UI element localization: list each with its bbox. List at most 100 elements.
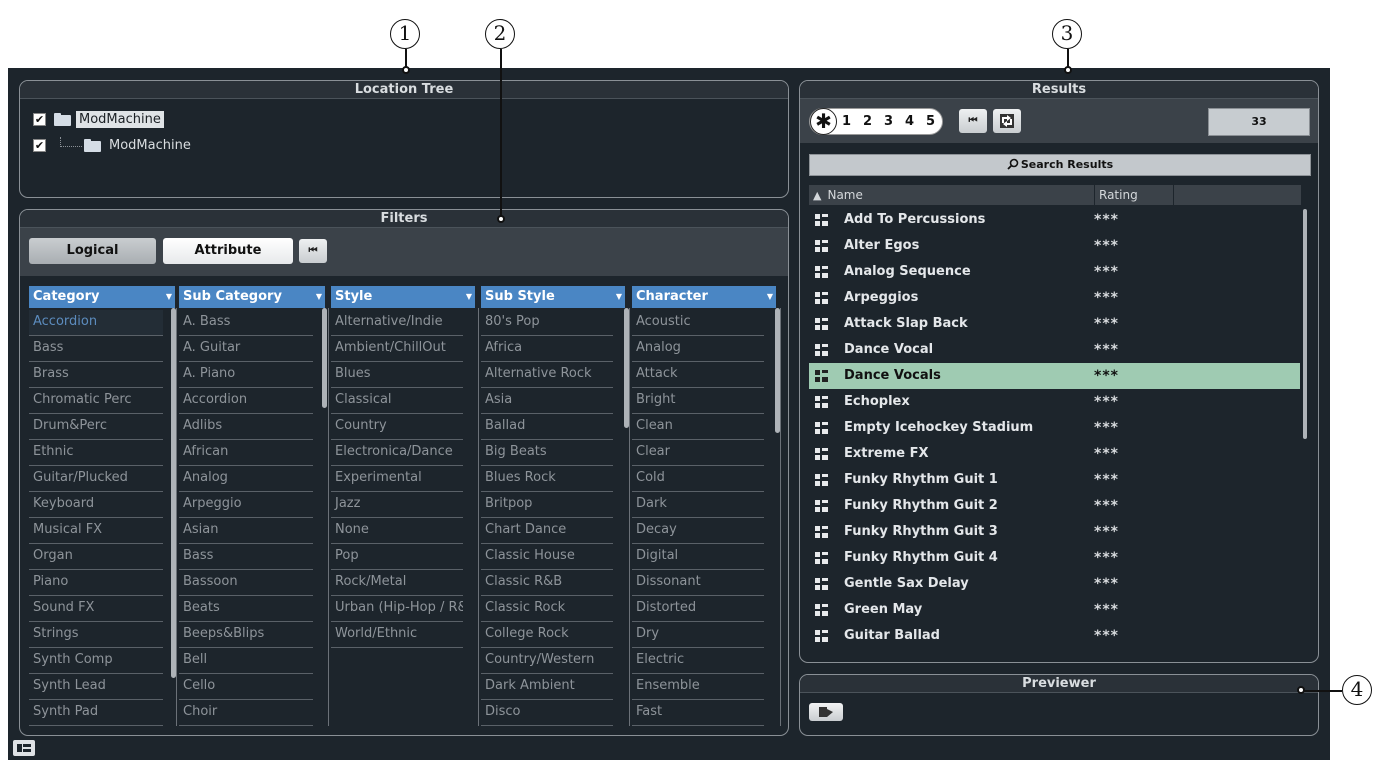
tree-item-root[interactable]: ✔ ModMachine <box>33 109 164 129</box>
filter-item[interactable]: Electric <box>632 648 764 674</box>
filter-item[interactable]: Chromatic Perc <box>29 388 163 414</box>
filter-item[interactable]: Classic R&B <box>481 570 613 596</box>
result-row[interactable]: Funky Rhythm Guit 1 *** <box>809 467 1300 493</box>
filter-item[interactable]: Synth Lead <box>29 674 163 700</box>
result-rating[interactable]: *** <box>1094 259 1119 285</box>
filter-item[interactable]: Clear <box>632 440 764 466</box>
filter-item[interactable]: Dissonant <box>632 570 764 596</box>
filter-item[interactable]: Dark <box>632 492 764 518</box>
result-row[interactable]: Arpeggios *** <box>809 285 1300 311</box>
filter-item[interactable]: Africa <box>481 336 613 362</box>
filter-item[interactable]: Bright <box>632 388 764 414</box>
result-row[interactable]: Extreme FX *** <box>809 441 1300 467</box>
filter-item[interactable]: 80's Pop <box>481 310 613 336</box>
filter-item[interactable]: Accordion <box>179 388 313 414</box>
filter-item[interactable]: Experimental <box>331 466 463 492</box>
filter-item[interactable]: College Rock <box>481 622 613 648</box>
filter-item[interactable]: Analog <box>632 336 764 362</box>
rating-4[interactable]: 4 <box>905 109 914 135</box>
filter-item[interactable]: Britpop <box>481 492 613 518</box>
filter-item[interactable]: Acoustic <box>632 310 764 336</box>
result-rating[interactable]: *** <box>1094 389 1119 415</box>
filter-item[interactable]: None <box>331 518 463 544</box>
filter-item[interactable]: Fast <box>632 700 764 726</box>
filter-item[interactable]: Arpeggio <box>179 492 313 518</box>
shuffle-results-button[interactable] <box>993 109 1021 133</box>
result-rating[interactable]: *** <box>1094 597 1119 623</box>
filter-item[interactable]: Dry <box>632 622 764 648</box>
filter-item[interactable]: Dark Ambient <box>481 674 613 700</box>
layout-toggle-button[interactable] <box>13 740 35 756</box>
filter-item[interactable]: Beats <box>179 596 313 622</box>
filter-column-header[interactable]: Sub Category ▼ <box>179 286 325 308</box>
filter-scrollbar[interactable] <box>171 308 176 678</box>
filter-column-header[interactable]: Sub Style ▼ <box>481 286 625 308</box>
rating-2[interactable]: 2 <box>863 109 872 135</box>
result-row[interactable]: Add To Percussions *** <box>809 207 1300 233</box>
filter-item[interactable]: Blues Rock <box>481 466 613 492</box>
filter-item[interactable]: Classic House <box>481 544 613 570</box>
result-rating[interactable]: *** <box>1094 311 1119 337</box>
filter-item[interactable]: Synth Comp <box>29 648 163 674</box>
filter-item[interactable]: Organ <box>29 544 163 570</box>
filter-item[interactable]: Cold <box>632 466 764 492</box>
filter-scrollbar[interactable] <box>775 308 780 433</box>
filter-item[interactable]: Ballad <box>481 414 613 440</box>
filter-item[interactable]: Piano <box>29 570 163 596</box>
filter-item[interactable]: Chart Dance <box>481 518 613 544</box>
filter-item[interactable]: Pop <box>331 544 463 570</box>
result-rating[interactable]: *** <box>1094 571 1119 597</box>
dropdown-arrow-icon[interactable]: ▼ <box>616 286 622 308</box>
filter-item[interactable]: Big Beats <box>481 440 613 466</box>
filter-item[interactable]: Brass <box>29 362 163 388</box>
result-rating[interactable]: *** <box>1094 441 1119 467</box>
results-scrollbar[interactable] <box>1303 209 1307 439</box>
filter-item[interactable]: Jazz <box>331 492 463 518</box>
filter-item[interactable]: Bassoon <box>179 570 313 596</box>
filter-item[interactable]: Classic Rock <box>481 596 613 622</box>
filter-item[interactable]: Urban (Hip-Hop / R&B) <box>331 596 463 622</box>
filter-item[interactable]: Bell <box>179 648 313 674</box>
result-row[interactable]: Analog Sequence *** <box>809 259 1300 285</box>
filter-item[interactable]: Drum&Perc <box>29 414 163 440</box>
filter-item[interactable]: A. Guitar <box>179 336 313 362</box>
result-row[interactable]: Funky Rhythm Guit 2 *** <box>809 493 1300 519</box>
dropdown-arrow-icon[interactable]: ▼ <box>767 286 773 308</box>
filter-item[interactable]: Clean <box>632 414 764 440</box>
filter-item[interactable]: Adlibs <box>179 414 313 440</box>
result-rating[interactable]: *** <box>1094 285 1119 311</box>
filter-item[interactable]: Musical FX <box>29 518 163 544</box>
filter-column-header[interactable]: Style ▼ <box>331 286 475 308</box>
filter-item[interactable]: Beeps&Blips <box>179 622 313 648</box>
result-row[interactable]: Guitar Ballad *** <box>809 623 1300 649</box>
filter-scrollbar[interactable] <box>624 308 629 428</box>
filter-item[interactable]: Distorted <box>632 596 764 622</box>
filter-item[interactable]: Analog <box>179 466 313 492</box>
filter-scrollbar[interactable] <box>322 308 327 408</box>
result-row[interactable]: Gentle Sax Delay *** <box>809 571 1300 597</box>
rating-1[interactable]: 1 <box>842 109 851 135</box>
dropdown-arrow-icon[interactable]: ▼ <box>316 286 322 308</box>
column-header-name[interactable]: ▲ Name <box>809 185 1094 205</box>
reset-filters-button[interactable]: ⏮ <box>299 239 327 263</box>
result-row[interactable]: Green May *** <box>809 597 1300 623</box>
filter-item[interactable]: Attack <box>632 362 764 388</box>
filter-item[interactable]: World/Ethnic <box>331 622 463 648</box>
filter-item[interactable]: Alternative/Indie <box>331 310 463 336</box>
logical-button[interactable]: Logical <box>29 238 156 264</box>
filter-item[interactable]: Sound FX <box>29 596 163 622</box>
filter-item[interactable]: Asia <box>481 388 613 414</box>
result-row[interactable]: Alter Egos *** <box>809 233 1300 259</box>
result-rating[interactable]: *** <box>1094 415 1119 441</box>
filter-item[interactable]: Guitar/Plucked <box>29 466 163 492</box>
result-row[interactable]: Funky Rhythm Guit 3 *** <box>809 519 1300 545</box>
result-row[interactable]: Dance Vocals *** <box>809 363 1300 389</box>
result-row[interactable]: Empty Icehockey Stadium *** <box>809 415 1300 441</box>
filter-item[interactable]: Alternative Rock <box>481 362 613 388</box>
filter-item[interactable]: Country <box>331 414 463 440</box>
filter-item[interactable]: Choir <box>179 700 313 726</box>
filter-item[interactable]: Cello <box>179 674 313 700</box>
tree-checkbox[interactable]: ✔ <box>33 112 46 126</box>
result-row[interactable]: Funky Rhythm Guit 4 *** <box>809 545 1300 571</box>
column-header-rating[interactable]: Rating <box>1095 185 1173 205</box>
